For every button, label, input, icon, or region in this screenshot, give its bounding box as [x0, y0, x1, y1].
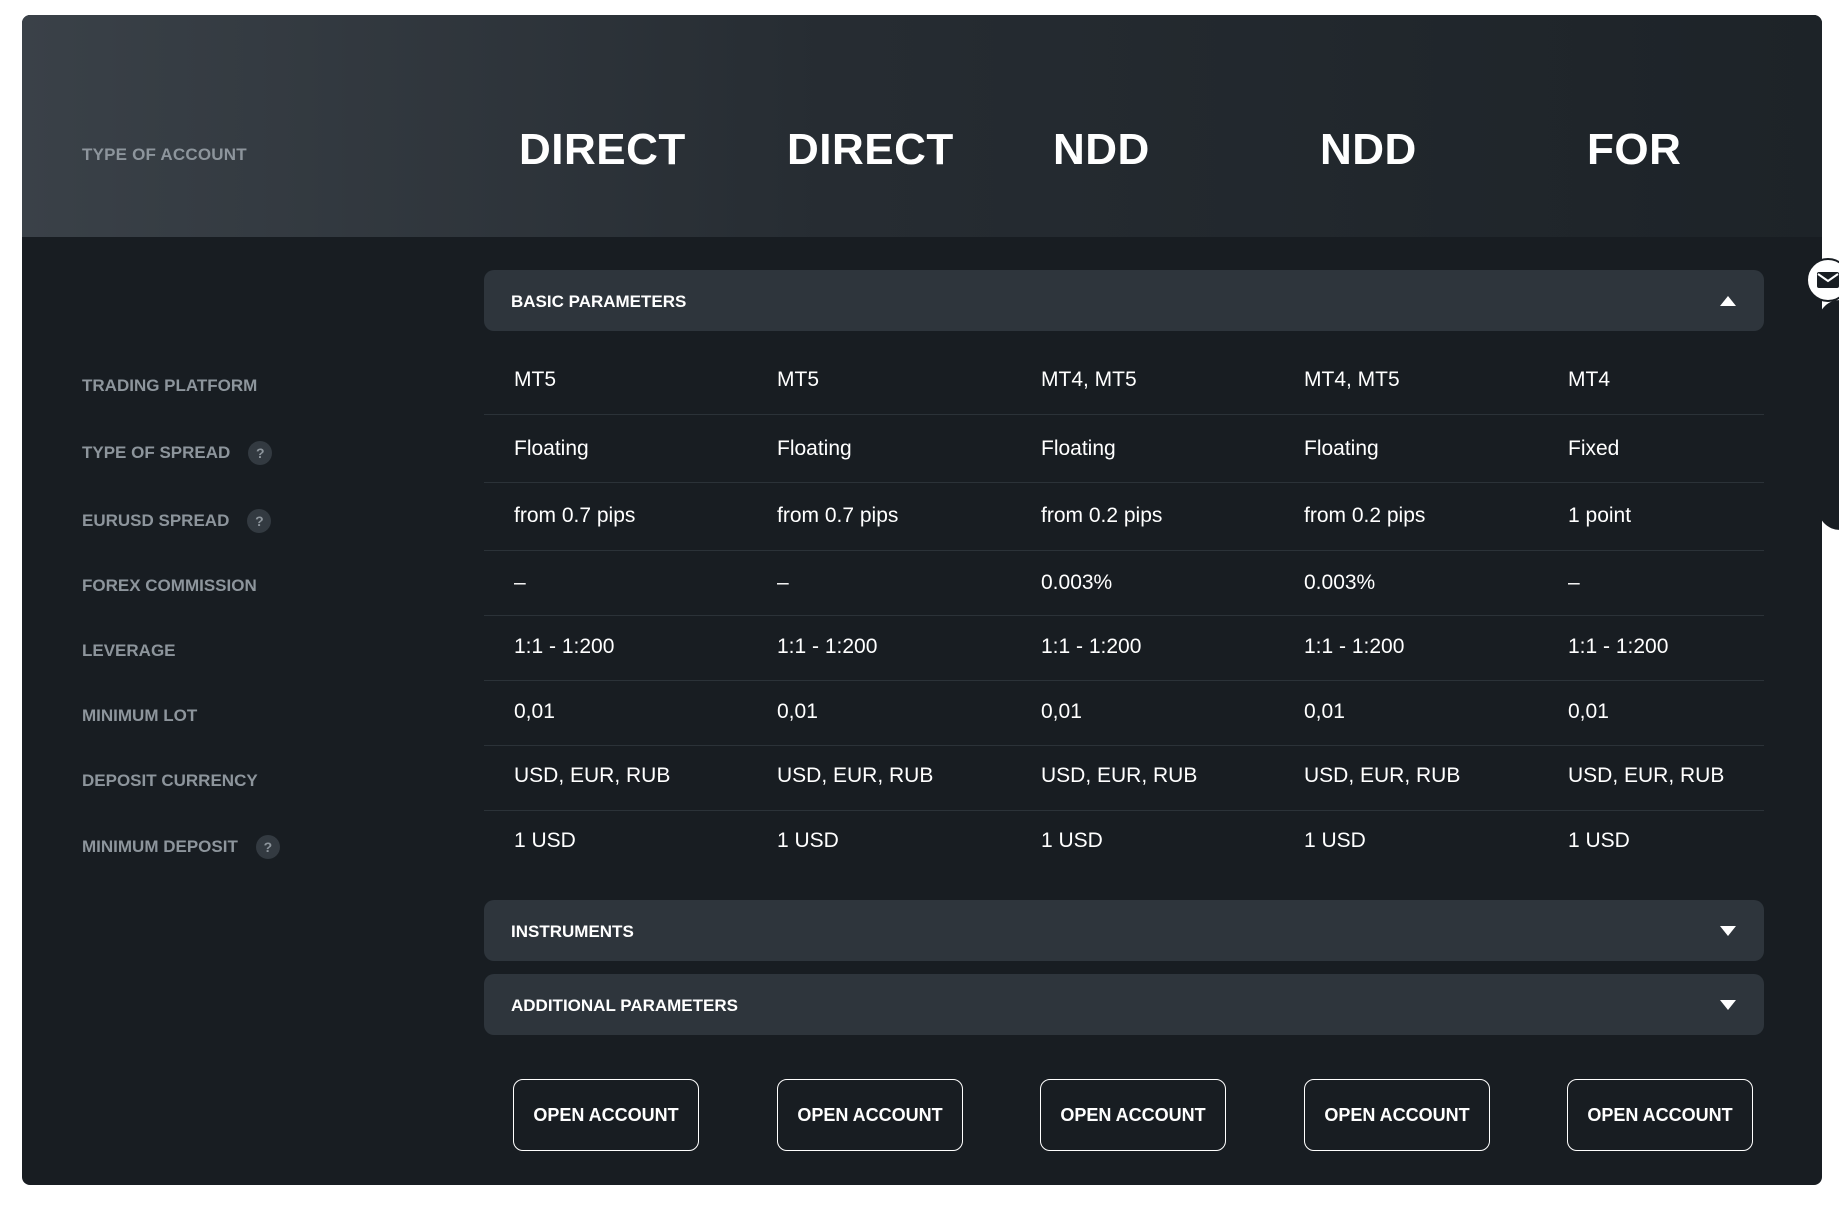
value-cell: 1:1 - 1:200: [1304, 635, 1405, 658]
table-row: MT5 MT5 MT4, MT5 MT4, MT5 MT4: [484, 347, 1764, 415]
account-name-4: NDD: [1320, 125, 1417, 174]
value-cell: 0,01: [777, 700, 818, 723]
value-cell: Floating: [1041, 437, 1116, 460]
value-cell: MT5: [514, 368, 556, 391]
value-cell: 1 USD: [514, 829, 576, 852]
value-cell: 0,01: [1041, 700, 1082, 723]
value-cell: Floating: [777, 437, 852, 460]
open-account-button-2[interactable]: OPEN ACCOUNT: [777, 1079, 963, 1151]
section-instruments[interactable]: INSTRUMENTS: [484, 900, 1764, 961]
table-row: USD, EUR, RUB USD, EUR, RUB USD, EUR, RU…: [484, 746, 1764, 811]
value-cell: from 0.7 pips: [777, 504, 899, 527]
row-label-trading-platform: TRADING PLATFORM: [82, 376, 257, 396]
value-cell: from 0.2 pips: [1304, 504, 1426, 527]
value-cell: MT5: [777, 368, 819, 391]
account-name-2: DIRECT: [787, 125, 954, 174]
table-row: – – 0.003% 0.003% –: [484, 551, 1764, 616]
value-cell: MT4, MT5: [1041, 368, 1137, 391]
value-cell: Floating: [514, 437, 589, 460]
section-basic-parameters[interactable]: BASIC PARAMETERS: [484, 270, 1764, 331]
table-row: Floating Floating Floating Floating Fixe…: [484, 415, 1764, 483]
value-cell: 1:1 - 1:200: [777, 635, 878, 658]
type-of-account-label: TYPE OF ACCOUNT: [82, 145, 247, 164]
row-label-text: MINIMUM DEPOSIT: [82, 837, 238, 856]
row-label-text: LEVERAGE: [82, 641, 176, 660]
value-cell: MT4, MT5: [1304, 368, 1400, 391]
value-cell: –: [777, 571, 789, 594]
question-icon[interactable]: ?: [255, 835, 280, 859]
value-cell: 1:1 - 1:200: [514, 635, 615, 658]
row-label-minimum-deposit: MINIMUM DEPOSIT ?: [82, 835, 280, 859]
value-cell: 0,01: [1568, 700, 1609, 723]
value-cell: 1:1 - 1:200: [1041, 635, 1142, 658]
row-label-text: EURUSD SPREAD: [82, 511, 230, 530]
open-account-button-3[interactable]: OPEN ACCOUNT: [1040, 1079, 1226, 1151]
value-cell: 0.003%: [1041, 571, 1113, 594]
value-cell: 1 USD: [1304, 829, 1366, 852]
question-icon[interactable]: ?: [247, 509, 272, 533]
row-label-deposit-currency: DEPOSIT CURRENCY: [82, 771, 258, 791]
value-cell: USD, EUR, RUB: [514, 764, 671, 787]
value-cell: USD, EUR, RUB: [1568, 764, 1725, 787]
value-cell: 0,01: [514, 700, 555, 723]
open-account-button-4[interactable]: OPEN ACCOUNT: [1304, 1079, 1490, 1151]
value-cell: Fixed: [1568, 437, 1620, 460]
table-row: 0,01 0,01 0,01 0,01 0,01: [484, 681, 1764, 746]
value-cell: MT4: [1568, 368, 1610, 391]
question-icon[interactable]: ?: [248, 441, 273, 465]
value-cell: 1 USD: [777, 829, 839, 852]
account-type-header: TYPE OF ACCOUNT DIRECT DIRECT NDD NDD FO…: [22, 15, 1822, 237]
value-cell: USD, EUR, RUB: [777, 764, 934, 787]
account-name-3: NDD: [1053, 125, 1150, 174]
row-label-text: DEPOSIT CURRENCY: [82, 771, 258, 790]
table-row: from 0.7 pips from 0.7 pips from 0.2 pip…: [484, 483, 1764, 551]
caret-down-icon: [1720, 1000, 1736, 1010]
value-cell: 1:1 - 1:200: [1568, 635, 1669, 658]
table-row: 1 USD 1 USD 1 USD 1 USD 1 USD: [484, 811, 1764, 875]
side-panel-tab[interactable]: [1818, 300, 1839, 530]
row-label-text: TYPE OF SPREAD: [82, 443, 231, 462]
section-basic-title: BASIC PARAMETERS: [511, 292, 687, 311]
row-label-text: TRADING PLATFORM: [82, 376, 258, 395]
value-cell: 1 USD: [1041, 829, 1103, 852]
row-label-text: MINIMUM LOT: [82, 706, 198, 725]
open-account-button-1[interactable]: OPEN ACCOUNT: [513, 1079, 699, 1151]
section-additional-title: ADDITIONAL PARAMETERS: [511, 996, 738, 1015]
value-cell: Floating: [1304, 437, 1379, 460]
row-label-minimum-lot: MINIMUM LOT: [82, 706, 197, 726]
value-cell: USD, EUR, RUB: [1041, 764, 1198, 787]
value-cell: from 0.7 pips: [514, 504, 636, 527]
value-cell: 0.003%: [1304, 571, 1376, 594]
section-instruments-title: INSTRUMENTS: [511, 922, 634, 941]
value-cell: 1 point: [1568, 504, 1632, 527]
table-row: 1:1 - 1:200 1:1 - 1:200 1:1 - 1:200 1:1 …: [484, 616, 1764, 681]
account-comparison-card: TYPE OF ACCOUNT DIRECT DIRECT NDD NDD FO…: [22, 15, 1822, 1185]
row-label-eurusd-spread: EURUSD SPREAD ?: [82, 509, 272, 533]
row-label-text: FOREX COMMISSION: [82, 576, 257, 595]
account-name-1: DIRECT: [519, 125, 686, 174]
caret-down-icon: [1720, 926, 1736, 936]
value-cell: USD, EUR, RUB: [1304, 764, 1461, 787]
value-cell: –: [514, 571, 526, 594]
row-label-forex-commission: FOREX COMMISSION: [82, 576, 257, 596]
value-cell: 0,01: [1304, 700, 1345, 723]
value-cell: from 0.2 pips: [1041, 504, 1163, 527]
value-cell: 1 USD: [1568, 829, 1630, 852]
caret-up-icon: [1720, 296, 1736, 306]
account-name-5: FOR: [1587, 125, 1682, 174]
row-label-leverage: LEVERAGE: [82, 641, 176, 661]
open-account-button-5[interactable]: OPEN ACCOUNT: [1567, 1079, 1753, 1151]
value-cell: –: [1568, 571, 1580, 594]
row-label-type-of-spread: TYPE OF SPREAD ?: [82, 441, 273, 465]
section-additional-parameters[interactable]: ADDITIONAL PARAMETERS: [484, 974, 1764, 1035]
